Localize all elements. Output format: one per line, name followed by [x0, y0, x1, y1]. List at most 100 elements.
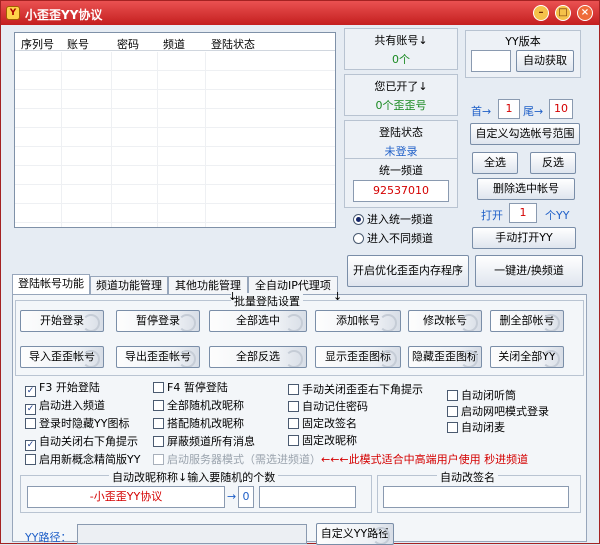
checkbox-auto-close-tip[interactable]: ✓ 自动关闭右下角提示: [25, 433, 138, 451]
checkbox-f3-start-login[interactable]: ✓ F3 开始登陆: [25, 379, 100, 397]
radio-unified-channel[interactable]: 进入统一频道: [353, 211, 433, 227]
random-extra-input[interactable]: [259, 486, 356, 508]
checkbox-empty-icon: [288, 384, 299, 395]
app-window: Y 小歪歪YY协议 – □ × 序列号 账号 密码 频道 登陆状态 共有账号↓ …: [0, 0, 600, 545]
total-accounts-panel: 共有账号↓ 0个: [344, 28, 458, 70]
opened-panel: 您已开了↓ 0个歪歪号: [344, 74, 458, 116]
invert-select-button[interactable]: 反选: [530, 152, 576, 174]
show-yy-icon-button[interactable]: 显示歪歪图标: [315, 346, 401, 368]
checkbox-label: 全部随机改昵称: [167, 399, 244, 412]
checkbox-manual-close-tip[interactable]: 手动关闭歪歪右下角提示: [288, 381, 423, 397]
opened-label: 您已开了↓: [374, 80, 428, 93]
checkbox-f4-pause-login[interactable]: F4 暂停登陆: [153, 379, 228, 395]
import-accounts-button[interactable]: 导入歪歪帐号: [20, 346, 104, 368]
delete-selected-button[interactable]: 删除选中帐号: [477, 178, 575, 200]
auto-get-button[interactable]: 自动获取: [516, 50, 574, 72]
edit-account-button[interactable]: 修改帐号: [408, 310, 482, 332]
checkbox-netbar-mode[interactable]: 启动网吧模式登录: [447, 403, 549, 419]
checkbox-label: 启动网吧模式登录: [461, 405, 549, 418]
checkbox-label: 启用新概念精简版YY: [39, 453, 141, 466]
checkbox-empty-icon: [288, 401, 299, 412]
column-header[interactable]: 账号: [67, 36, 89, 52]
login-status-label: 登陆状态: [379, 126, 423, 139]
checkbox-empty-icon: [288, 435, 299, 446]
manual-open-yy-button[interactable]: 手动打开YY: [472, 227, 576, 249]
title-bar[interactable]: Y 小歪歪YY协议 – □ ×: [1, 1, 599, 25]
checkbox-random-nick[interactable]: 搭配随机改昵称: [153, 415, 244, 431]
column-header[interactable]: 频道: [163, 36, 185, 52]
checkbox-label: 搭配随机改昵称: [167, 417, 244, 430]
checkbox-all-random-nick[interactable]: 全部随机改昵称: [153, 397, 244, 413]
checkmark-icon: ✓: [25, 404, 36, 415]
range-first-input[interactable]: 1: [498, 99, 520, 119]
right-arrow-icon: →: [227, 490, 237, 503]
custom-yy-path-button[interactable]: 自定义YY路径: [316, 523, 394, 545]
batch-login-title: 批量登陆设置: [231, 293, 303, 309]
unified-channel-input[interactable]: 92537010: [353, 180, 449, 202]
maximize-button[interactable]: □: [555, 5, 571, 21]
down-arrow-icon: ↓: [228, 290, 238, 303]
opened-value: 0个歪歪号: [375, 99, 427, 112]
auto-signature-label: 自动改签名: [437, 469, 498, 485]
close-all-yy-button[interactable]: 关闭全部YY: [490, 346, 564, 368]
delete-all-accounts-button[interactable]: 删全部帐号: [490, 310, 564, 332]
range-last-input[interactable]: 10: [549, 99, 573, 119]
table-header: 序列号 账号 密码 频道 登陆状态: [15, 33, 335, 51]
radio-unselected-icon: [353, 233, 364, 244]
checkbox-label: 固定改昵称: [302, 434, 357, 447]
open-count-input[interactable]: 1: [509, 203, 537, 223]
nickname-input[interactable]: -小歪歪YY协议: [27, 486, 225, 508]
yy-path-input[interactable]: [77, 524, 307, 544]
select-all-accounts-button[interactable]: 全部选中: [209, 310, 307, 332]
export-accounts-button[interactable]: 导出歪歪帐号: [116, 346, 200, 368]
tab-panel: 批量登陆设置 ↓ ↓ 开始登录 暂停登录 全部选中 添加帐号 修改帐号 删全部帐…: [12, 290, 587, 545]
checkbox-remember-password[interactable]: 自动记住密码: [288, 398, 368, 414]
account-table[interactable]: 序列号 账号 密码 频道 登陆状态: [14, 32, 336, 228]
invert-all-button[interactable]: 全部反选: [209, 346, 307, 368]
tab-channel-management[interactable]: 频道功能管理: [90, 276, 168, 294]
server-mode-note: ←←←此模式适合中高端用户使用 秒进频道: [321, 453, 529, 466]
checkbox-auto-mic-off[interactable]: 自动闭听筒: [447, 387, 516, 403]
select-all-button[interactable]: 全选: [472, 152, 518, 174]
column-header[interactable]: 序列号: [21, 36, 54, 52]
checkbox-empty-icon: [153, 418, 164, 429]
checkbox-block-channel-messages[interactable]: 屏蔽频道所有消息: [153, 433, 255, 449]
tab-login-accounts[interactable]: 登陆帐号功能: [12, 274, 90, 294]
join-switch-channel-button[interactable]: 一键进/换频道: [475, 255, 583, 287]
hide-yy-icon-button[interactable]: 隐藏歪歪图标: [408, 346, 482, 368]
login-status-value: 未登录: [384, 145, 418, 158]
tab-ip-proxy[interactable]: 全自动IP代理项: [248, 276, 338, 294]
minimize-button[interactable]: –: [533, 5, 549, 21]
yy-version-panel: YY版本 自动获取: [465, 30, 581, 78]
checkbox-label: 自动闭听筒: [461, 389, 516, 402]
checkbox-fixed-nickname[interactable]: 固定改昵称: [288, 432, 357, 448]
yy-version-input[interactable]: [471, 50, 511, 72]
open-label: 打开: [481, 209, 503, 222]
add-account-button[interactable]: 添加帐号: [315, 310, 401, 332]
checkbox-empty-icon: [153, 436, 164, 447]
column-divider: [157, 52, 158, 227]
checkmark-icon: ✓: [25, 386, 36, 397]
checkbox-auto-enter-channel[interactable]: ✓ 启动进入频道: [25, 397, 105, 415]
signature-input[interactable]: [383, 486, 569, 508]
checkbox-hide-yy-icon[interactable]: 登录时隐藏YY图标: [25, 415, 129, 431]
checkbox-empty-icon: [288, 418, 299, 429]
column-header[interactable]: 登陆状态: [211, 36, 255, 52]
random-count-input[interactable]: 0: [238, 486, 254, 508]
optimize-memory-button[interactable]: 开启优化歪歪内存程序: [347, 255, 469, 287]
radio-different-channel[interactable]: 进入不同频道: [353, 230, 433, 246]
checkbox-auto-mute[interactable]: 自动闭麦: [447, 419, 505, 435]
unified-channel-panel: 统一频道 92537010: [344, 158, 458, 208]
custom-range-button[interactable]: 自定义勾选帐号范围: [470, 123, 580, 145]
checkbox-fixed-signature[interactable]: 固定改签名: [288, 415, 357, 431]
column-header[interactable]: 密码: [117, 36, 139, 52]
checkbox-label: 启动服务器模式（需选进频道）: [167, 453, 321, 466]
radio-unified-label: 进入统一频道: [367, 213, 433, 226]
start-login-button[interactable]: 开始登录: [20, 310, 104, 332]
checkbox-empty-icon: [25, 454, 36, 465]
pause-login-button[interactable]: 暂停登录: [116, 310, 200, 332]
close-button[interactable]: ×: [577, 5, 593, 21]
checkbox-new-concept-yy[interactable]: 启用新概念精简版YY: [25, 451, 140, 467]
table-body[interactable]: [15, 52, 335, 227]
checkbox-server-mode[interactable]: 启动服务器模式（需选进频道）: [153, 451, 321, 467]
